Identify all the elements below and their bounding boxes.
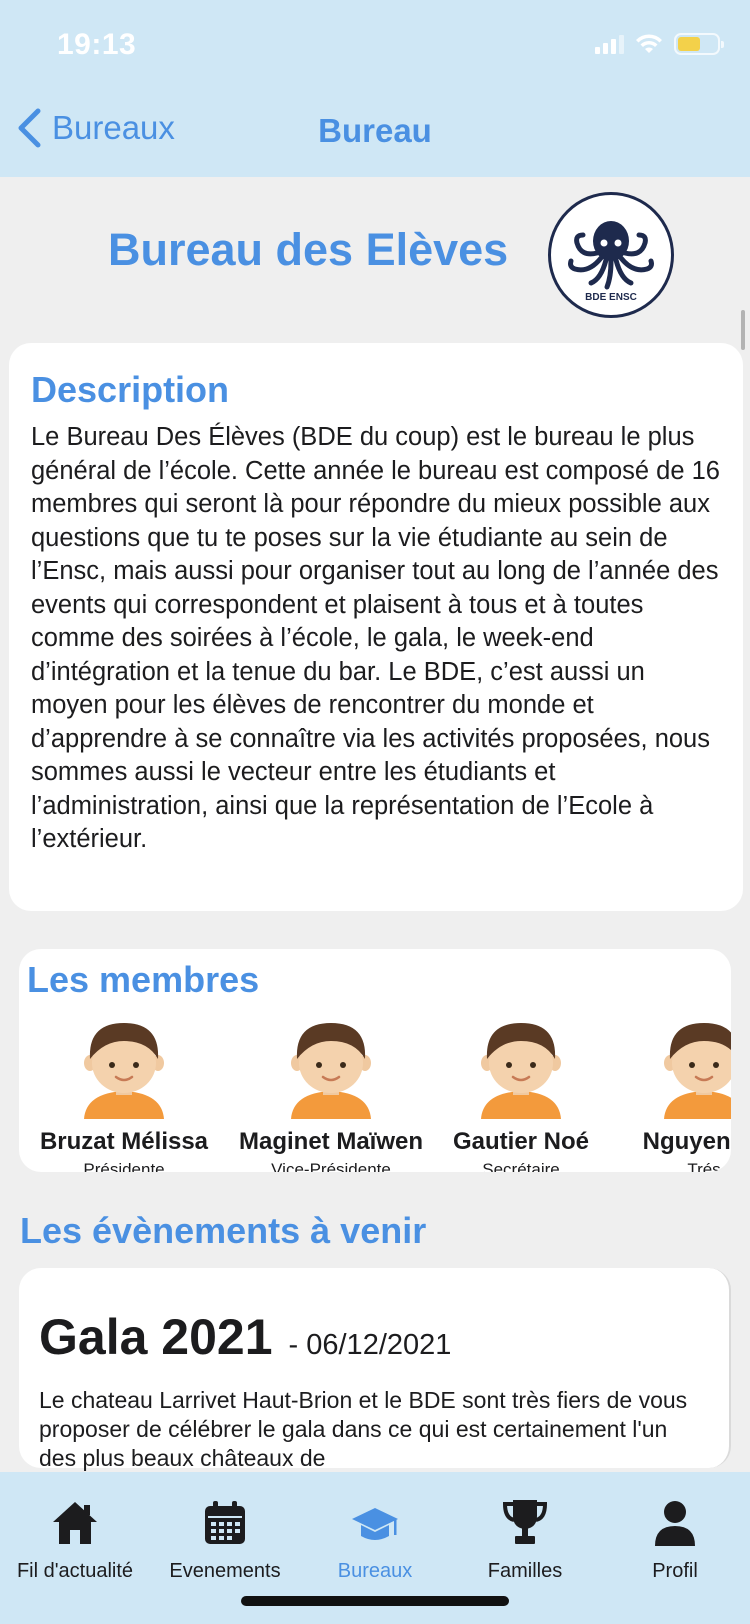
tab-events[interactable]: Evenements	[150, 1486, 300, 1583]
tab-label: Bureaux	[337, 1560, 413, 1582]
member-card[interactable]: Gautier Noé Secrétaire	[441, 1019, 601, 1172]
cellular-signal-icon	[595, 34, 624, 54]
home-indicator[interactable]	[241, 1596, 509, 1606]
description-title: Description	[31, 369, 230, 410]
avatar-icon	[481, 1023, 561, 1119]
event-description: Le chateau Larrivet Haut-Brion et le BDE…	[39, 1387, 688, 1471]
tab-profile[interactable]: Profil	[600, 1486, 750, 1583]
graduation-cap-icon	[352, 1508, 398, 1540]
trophy-icon	[502, 1500, 548, 1544]
home-icon	[53, 1502, 97, 1544]
member-role: Présidente	[83, 1160, 165, 1172]
header: 19:13 Bureaux Bureau	[0, 0, 750, 177]
wifi-icon	[634, 33, 664, 55]
avatar-icon	[84, 1023, 164, 1119]
tab-label: Evenements	[169, 1560, 281, 1582]
members-carousel[interactable]: Bruzat Mélissa Présidente Maginet Maïwen…	[19, 1019, 731, 1172]
member-card[interactable]: Maginet Maïwen Vice-Présidente	[231, 1019, 431, 1172]
tab-label: Profil	[652, 1560, 698, 1582]
tab-bureaux[interactable]: Bureaux	[300, 1486, 450, 1583]
battery-icon	[674, 33, 724, 55]
tab-families[interactable]: Familles	[450, 1486, 600, 1583]
avatar-icon	[291, 1023, 371, 1119]
member-card[interactable]: Bruzat Mélissa Présidente	[34, 1019, 214, 1172]
bureau-name: Bureau des Elèves	[108, 224, 509, 275]
member-name: Bruzat Mélissa	[39, 1128, 209, 1155]
page-title: Bureau	[318, 112, 432, 149]
logo-text: BDE ENSC	[585, 292, 637, 303]
status-time: 19:13	[57, 28, 137, 61]
members-card[interactable]: Les membres Bruzat Mélissa Présidente Ma…	[19, 949, 731, 1172]
avatar-icon	[664, 1023, 731, 1119]
tab-label: Fil d'actualité	[16, 1560, 134, 1582]
member-role: Trés	[687, 1160, 721, 1172]
scrollbar[interactable]	[741, 310, 745, 350]
events-title: Les évènements à venir	[20, 1210, 427, 1251]
member-role: Secrétaire	[482, 1160, 560, 1172]
member-name: Nguyen Va	[642, 1128, 731, 1155]
bureau-logo: BDE ENSC	[548, 192, 674, 318]
user-icon	[655, 1501, 695, 1546]
member-name: Gautier Noé	[452, 1128, 590, 1155]
tab-news-feed[interactable]: Fil d'actualité	[0, 1486, 150, 1583]
description-card: Description Le Bureau Des Élèves (BDE du…	[9, 343, 743, 911]
calendar-icon	[205, 1501, 245, 1544]
event-date: - 06/12/2021	[288, 1329, 452, 1361]
event-name: Gala 2021	[39, 1309, 273, 1365]
member-card[interactable]: Nguyen Va Trés	[614, 1019, 731, 1172]
member-name: Maginet Maïwen	[238, 1128, 424, 1155]
event-card[interactable]: Gala 2021 - 06/12/2021 Le chateau Larriv…	[19, 1268, 731, 1471]
member-role: Vice-Présidente	[271, 1160, 391, 1172]
tab-label: Familles	[487, 1560, 563, 1582]
octopus-icon	[568, 221, 654, 290]
description-text: Le Bureau Des Élèves (BDE du coup) est l…	[31, 423, 720, 853]
status-icons	[595, 30, 724, 58]
members-title: Les membres	[27, 959, 260, 1000]
event-header: Gala 2021 - 06/12/2021	[39, 1308, 451, 1366]
